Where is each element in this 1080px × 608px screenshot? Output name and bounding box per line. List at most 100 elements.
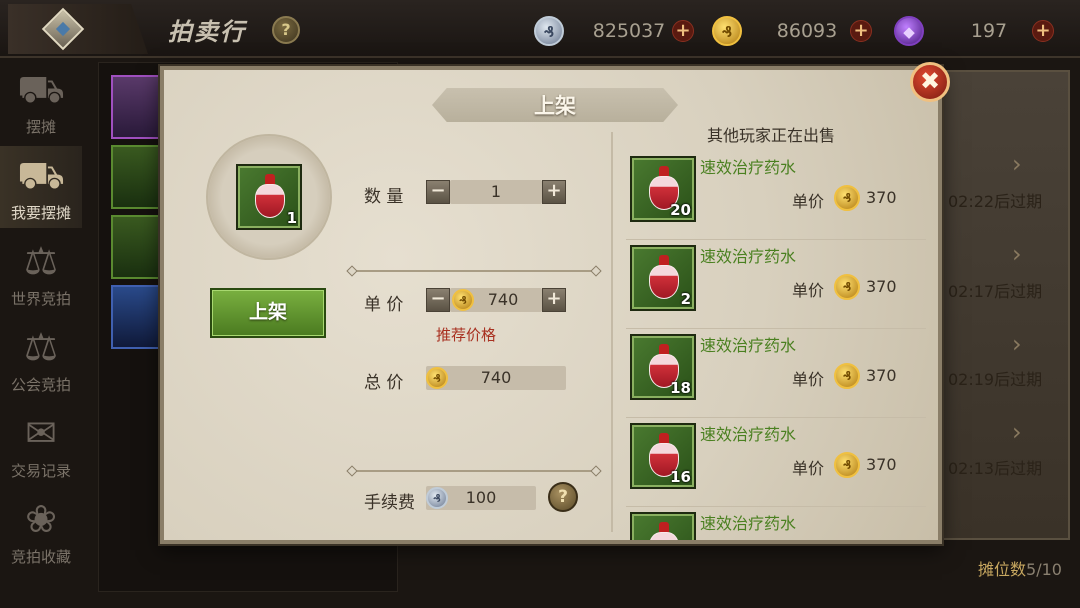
item-count: 18 — [670, 379, 691, 397]
list-button[interactable]: 上架 — [210, 288, 326, 338]
listing-name: 速效治疗药水 — [700, 158, 797, 177]
gem-amount: 197 — [970, 20, 1008, 42]
sidebar-item-world-auction[interactable]: ⚖ 世界竞拍 — [0, 232, 82, 314]
item-count: 16 — [670, 468, 691, 486]
sidebar-item-label: 我要摆摊 — [10, 204, 71, 222]
add-gold-button[interactable]: + — [850, 20, 872, 42]
gold-amount: 86093 — [776, 20, 838, 42]
listing-name: 速效治疗药水 — [700, 514, 797, 533]
sidebar: ⛟ 摆摊 ⛟ 我要摆摊 ⚖ 世界竞拍 ⚖ 公会竞拍 ✉ 交易记录 ❀ 竞拍收藏 — [0, 60, 82, 608]
fee-help-button[interactable]: ? — [548, 482, 578, 512]
listing-item-slot[interactable]: 18 — [630, 334, 696, 400]
gold-coin-icon: ₰ — [834, 452, 860, 478]
listing-price: 370 — [866, 188, 897, 207]
gold-coin-icon: ₰ — [834, 185, 860, 211]
total-price-label: 总 价 — [364, 373, 404, 393]
gold-coin-icon: ₰ — [712, 16, 742, 46]
listing-expiry: 02:19后过期 — [948, 370, 1043, 389]
item-medallion: 1 — [206, 134, 332, 260]
ornament-divider — [352, 270, 596, 272]
close-button[interactable]: ✖ — [910, 62, 950, 102]
silver-coin-icon: ₰ — [426, 487, 448, 509]
listing-expiry: 02:13后过期 — [948, 459, 1043, 478]
list-item[interactable]: 20 速效治疗药水 单价 ₰ 370 — [626, 154, 926, 240]
list-item[interactable]: 2 速效治疗药水 单价 ₰ 370 — [626, 243, 926, 329]
quantity-input[interactable]: 1 — [450, 180, 542, 204]
other-sellers-title: 其他玩家正在出售 — [706, 126, 835, 145]
sidebar-item-label: 世界竞拍 — [10, 290, 71, 308]
list-item[interactable]: 18 速效治疗药水 单价 ₰ 370 — [626, 332, 926, 418]
stall-count-value: 5/10 — [1026, 560, 1062, 579]
sidebar-item-guild-auction[interactable]: ⚖ 公会竞拍 — [0, 318, 82, 400]
red-potion-icon — [255, 174, 285, 220]
collection-icon: ❀ — [25, 497, 57, 541]
silver-coin-icon: ₰ — [534, 16, 564, 46]
stall-count-label: 摊位数 — [978, 560, 1027, 579]
add-silver-button[interactable]: + — [672, 20, 694, 42]
listing-item-slot[interactable] — [630, 512, 696, 540]
price-label: 单价 — [792, 459, 825, 478]
listing-item-slot[interactable]: 16 — [630, 423, 696, 489]
listing-price: 370 — [866, 277, 897, 296]
sidebar-item-my-stall[interactable]: ⛟ 我要摆摊 — [0, 146, 82, 228]
purple-gem-icon: ◆ — [894, 16, 924, 46]
sidebar-item-label: 竞拍收藏 — [10, 548, 71, 566]
chevron-right-icon[interactable]: › — [1012, 330, 1022, 358]
price-increase-button[interactable]: + — [542, 288, 566, 312]
item-count: 1 — [286, 209, 297, 227]
unit-price-label: 单 价 — [364, 295, 404, 315]
scales-icon: ⚖ — [23, 239, 59, 283]
top-bar: 拍卖行 ? ₰ 825037 + ₰ 86093 + ◆ 197 + — [0, 0, 1080, 58]
silver-amount: 825037 — [592, 20, 666, 42]
guild-scales-icon: ⚖ — [23, 325, 59, 369]
red-potion-icon — [649, 522, 679, 540]
listing-name: 速效治疗药水 — [700, 336, 797, 355]
listing-name: 速效治疗药水 — [700, 247, 797, 266]
recommended-price-link[interactable]: 推荐价格 — [436, 324, 496, 345]
chevron-right-icon[interactable]: › — [1012, 418, 1022, 446]
price-label: 单价 — [792, 192, 825, 211]
fee-label: 手续费 — [364, 493, 415, 513]
stall-cart-icon: ⛟ — [17, 153, 65, 197]
list-item-dialog: 上架 ✖ 1 上架 数 量 − 1 + 单 价 − 740 ₰ + 推荐价格 总… — [160, 62, 950, 544]
handshake-icon: ✉ — [25, 411, 57, 455]
quantity-increase-button[interactable]: + — [542, 180, 566, 204]
listing-price: 370 — [866, 455, 897, 474]
back-button[interactable] — [8, 4, 148, 54]
chevron-right-icon[interactable]: › — [1012, 240, 1022, 268]
help-icon[interactable]: ? — [272, 16, 300, 44]
sidebar-item-auction-collection[interactable]: ❀ 竞拍收藏 — [0, 490, 82, 572]
sidebar-item-label: 交易记录 — [10, 462, 71, 480]
listing-expiry: 02:17后过期 — [948, 282, 1043, 301]
gold-coin-icon: ₰ — [834, 363, 860, 389]
cart-icon: ⛟ — [17, 67, 65, 111]
item-count: 2 — [680, 290, 691, 308]
price-label: 单价 — [792, 281, 825, 300]
listing-expiry: 02:22后过期 — [948, 192, 1043, 211]
page-title: 拍卖行 — [168, 18, 246, 46]
red-potion-icon — [649, 255, 679, 301]
listing-item-slot[interactable]: 2 — [630, 245, 696, 311]
item-count: 20 — [670, 201, 691, 219]
stall-count: 摊位数5/10 — [978, 556, 1062, 580]
ornament-divider — [352, 470, 596, 472]
price-label: 单价 — [792, 370, 825, 389]
gold-coin-icon: ₰ — [426, 367, 448, 389]
list-item[interactable]: 速效治疗药水 — [626, 510, 926, 540]
gold-coin-icon: ₰ — [452, 289, 474, 311]
quantity-decrease-button[interactable]: − — [426, 180, 450, 204]
sidebar-item-label: 摆摊 — [25, 118, 56, 136]
diamond-logo-icon — [41, 7, 85, 51]
selected-item-slot[interactable]: 1 — [236, 164, 302, 230]
sidebar-item-stall[interactable]: ⛟ 摆摊 — [0, 60, 82, 142]
add-gem-button[interactable]: + — [1032, 20, 1054, 42]
price-decrease-button[interactable]: − — [426, 288, 450, 312]
column-divider — [611, 132, 613, 532]
list-item[interactable]: 16 速效治疗药水 单价 ₰ 370 — [626, 421, 926, 507]
listing-item-slot[interactable]: 20 — [630, 156, 696, 222]
dialog-title: 上架 — [534, 94, 576, 118]
chevron-right-icon[interactable]: › — [1012, 150, 1022, 178]
listing-price: 370 — [866, 366, 897, 385]
sidebar-item-trade-records[interactable]: ✉ 交易记录 — [0, 404, 82, 486]
gold-coin-icon: ₰ — [834, 274, 860, 300]
